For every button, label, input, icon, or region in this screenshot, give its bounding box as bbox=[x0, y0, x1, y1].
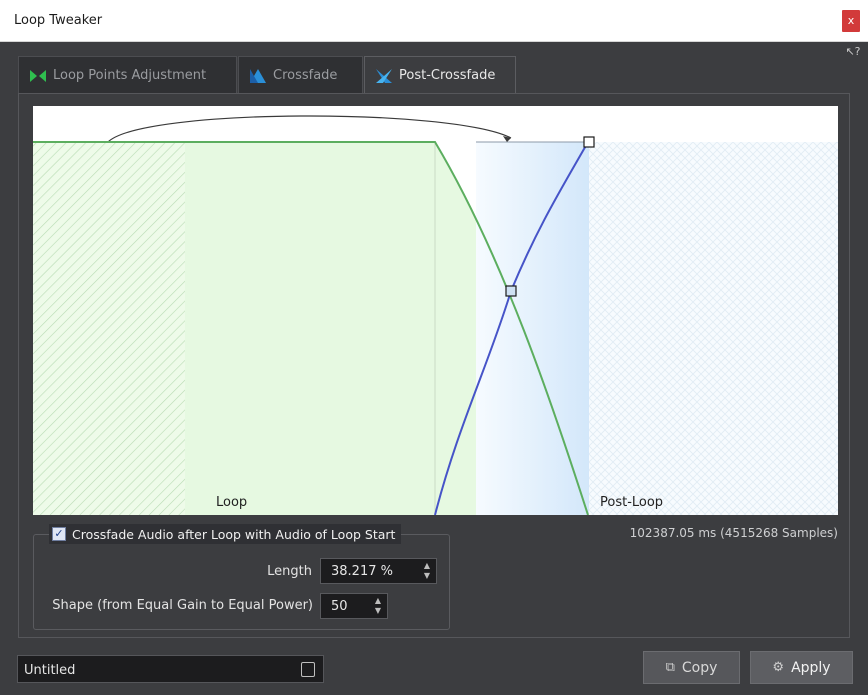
tab-loop-points-adjustment[interactable]: Loop Points Adjustment bbox=[18, 56, 237, 94]
title-bar: Loop Tweaker x bbox=[0, 0, 868, 42]
apply-button[interactable]: ⚙ Apply bbox=[750, 651, 853, 684]
length-label: Length bbox=[267, 564, 312, 579]
pre-loop-region bbox=[33, 142, 185, 515]
tab-post-crossfade[interactable]: Post-Crossfade bbox=[364, 56, 516, 94]
gears-icon: ⚙ bbox=[772, 660, 785, 675]
crossfade-end-handle[interactable] bbox=[583, 136, 595, 148]
loop-region bbox=[185, 142, 435, 515]
length-stepper-icon[interactable]: ▲ ▼ bbox=[424, 561, 430, 581]
length-spinbox[interactable]: 38.217 % ▲ ▼ bbox=[320, 558, 437, 584]
shape-stepper-icon[interactable]: ▲ ▼ bbox=[375, 596, 381, 616]
context-help-icon[interactable]: ↖? bbox=[844, 44, 862, 60]
tab-label: Crossfade bbox=[273, 68, 338, 83]
post-crossfade-icon bbox=[375, 67, 393, 85]
loop-graph-svg bbox=[33, 115, 838, 515]
shape-label: Shape (from Equal Gain to Equal Power) bbox=[52, 598, 313, 613]
tab-label: Loop Points Adjustment bbox=[53, 68, 207, 83]
crossfade-checkbox-row[interactable]: ✓ Crossfade Audio after Loop with Audio … bbox=[49, 524, 402, 544]
shape-value: 50 bbox=[331, 599, 348, 614]
crossfade-mid-handle[interactable] bbox=[505, 285, 517, 297]
tab-crossfade[interactable]: Crossfade bbox=[238, 56, 363, 94]
crossfade-checkbox[interactable]: ✓ bbox=[52, 527, 66, 541]
shape-spinbox[interactable]: 50 ▲ ▼ bbox=[320, 593, 388, 619]
preset-field[interactable] bbox=[17, 655, 324, 683]
post-loop-region bbox=[589, 142, 838, 515]
preset-menu-icon[interactable] bbox=[301, 662, 315, 677]
post-loop-label: Post-Loop bbox=[600, 495, 664, 510]
loop-graph[interactable]: Loop Post-Loop bbox=[33, 106, 838, 515]
close-button[interactable]: x bbox=[842, 10, 860, 32]
loop-points-icon bbox=[29, 67, 47, 85]
copy-label: Copy bbox=[681, 659, 718, 676]
crossfade-icon bbox=[249, 67, 267, 85]
length-value: 38.217 % bbox=[331, 564, 393, 579]
loop-arrow bbox=[107, 115, 512, 143]
window-title: Loop Tweaker bbox=[14, 13, 103, 28]
loop-label: Loop bbox=[216, 495, 248, 510]
copy-button[interactable]: ⧉ Copy bbox=[643, 651, 740, 684]
preset-input[interactable] bbox=[24, 660, 294, 680]
copy-icon: ⧉ bbox=[665, 660, 675, 675]
tab-label: Post-Crossfade bbox=[399, 68, 496, 83]
apply-label: Apply bbox=[791, 659, 831, 676]
duration-info: 102387.05 ms (4515268 Samples) bbox=[629, 526, 838, 540]
crossfade-checkbox-label: Crossfade Audio after Loop with Audio of… bbox=[72, 526, 396, 542]
crossfade-region bbox=[476, 142, 589, 515]
